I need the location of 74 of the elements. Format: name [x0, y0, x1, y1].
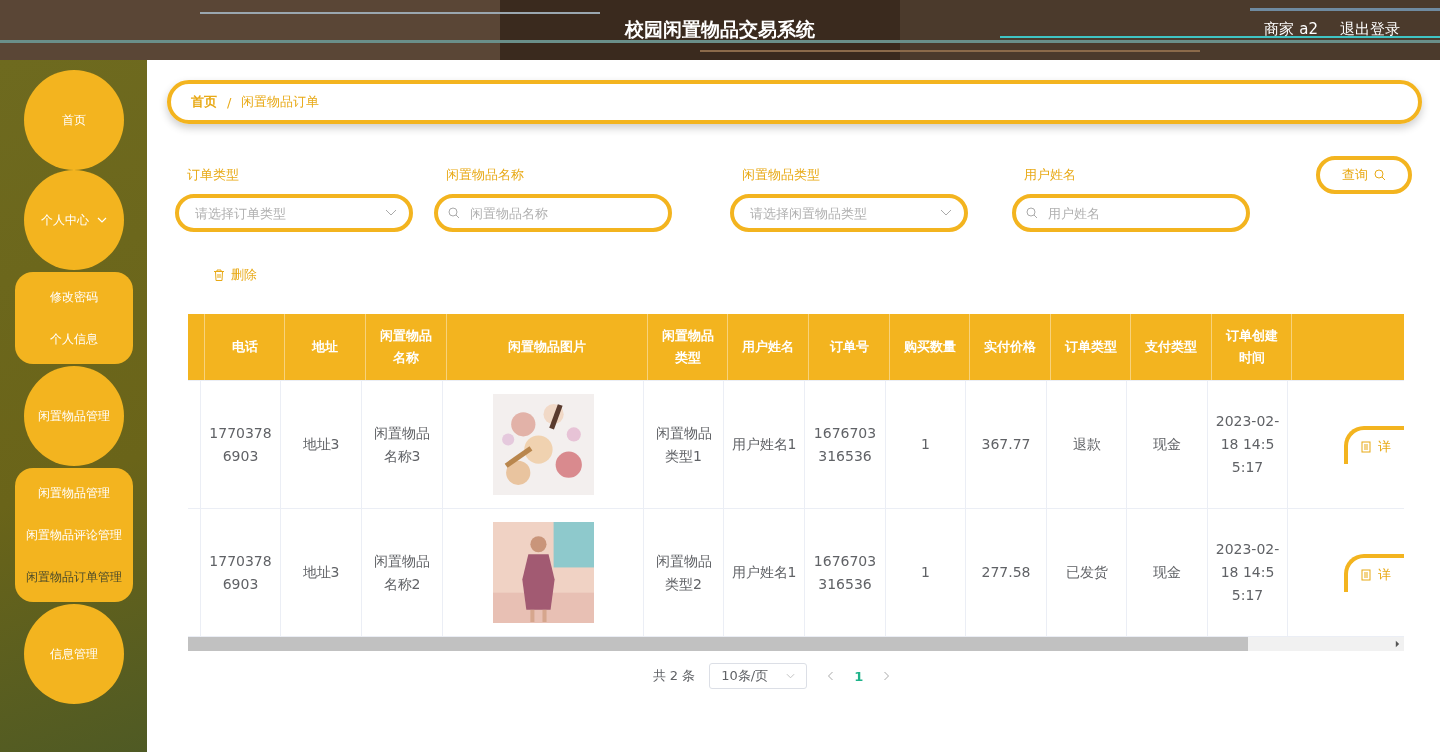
- column-header: 闲置物品类型: [648, 314, 728, 380]
- table-cell-text: 退款: [1072, 435, 1101, 454]
- table-cell-text: 地址3: [302, 563, 340, 582]
- filter-label: 闲置物品名称: [446, 166, 525, 184]
- table-cell-text: 1676703316536: [812, 423, 878, 466]
- submenu-item[interactable]: 闲置物品评论管理: [25, 514, 122, 556]
- column-header: 地址: [285, 314, 366, 380]
- select-field[interactable]: 请选择闲置物品类型: [730, 194, 968, 232]
- filter-label: 用户姓名: [1024, 166, 1077, 184]
- breadcrumb-separator: /: [227, 94, 232, 110]
- submenu-item[interactable]: 闲置物品管理: [37, 472, 110, 514]
- column-header: 用户姓名: [728, 314, 809, 380]
- table-cell-text: 1676703316536: [812, 551, 878, 594]
- table-cell-text: 2023-02-18 14:55:17: [1214, 540, 1281, 605]
- column-header: 订单类型: [1051, 314, 1131, 380]
- previous-page-icon[interactable]: [827, 671, 835, 681]
- table-cell-text: 现金: [1153, 435, 1181, 454]
- breadcrumb-link[interactable]: 首页: [191, 93, 217, 111]
- menu-item[interactable]: 闲置物品管理: [23, 366, 124, 466]
- logout-link[interactable]: 退出登录: [1340, 20, 1400, 39]
- page-size-select[interactable]: 10条/页: [709, 663, 808, 689]
- detail-button[interactable]: 详: [1344, 553, 1404, 592]
- column-header: 支付类型: [1131, 314, 1212, 380]
- next-page-icon[interactable]: [883, 671, 891, 681]
- scroll-right-icon[interactable]: [1395, 640, 1400, 648]
- delete-button[interactable]: 删除: [213, 266, 257, 284]
- submenu-item[interactable]: 闲置物品订单管理: [25, 556, 122, 598]
- filter-label: 闲置物品类型: [742, 166, 821, 184]
- chevron-icon: [786, 673, 796, 679]
- table-cell-text: 已发货: [1065, 563, 1108, 582]
- user-label: 商家 a2: [1264, 20, 1318, 39]
- table-cell-text: 地址3: [302, 435, 340, 454]
- detail-button[interactable]: 详: [1344, 425, 1404, 464]
- search-field[interactable]: 闲置物品名称: [434, 194, 672, 232]
- table-cell-text: 用户姓名1: [731, 563, 797, 582]
- document-icon: [1360, 568, 1372, 581]
- table-cell-text: 277.58: [981, 563, 1031, 582]
- table-cell-text: 用户姓名1: [731, 435, 797, 454]
- table-cell-text: 17703786903: [208, 551, 273, 594]
- table-cell-text: 现金: [1153, 563, 1181, 582]
- document-icon: [1360, 440, 1372, 453]
- table-cell-text: 367.77: [981, 435, 1031, 454]
- select-field[interactable]: 请选择订单类型: [175, 194, 413, 232]
- table-cell-text: 闲置物品名称3: [373, 423, 431, 466]
- submenu-item[interactable]: 修改密码: [49, 276, 98, 318]
- column-header: 订单号: [809, 314, 890, 380]
- submenu-item[interactable]: 个人信息: [49, 318, 98, 360]
- table-cell-text: 闲置物品名称2: [373, 551, 431, 594]
- table-cell-text: 2023-02-18 14:55:17: [1214, 412, 1281, 477]
- table-cell-text: 1: [921, 563, 930, 582]
- table-cell-text: 闲置物品类型1: [654, 423, 713, 466]
- page-number[interactable]: 1: [854, 668, 864, 684]
- horizontal-scrollbar[interactable]: [188, 637, 1404, 651]
- table-cell-text: 闲置物品类型2: [654, 551, 713, 594]
- search-button[interactable]: 查询: [1316, 156, 1412, 194]
- filter-label: 订单类型: [187, 166, 240, 184]
- app-title: 校园闲置物品交易系统: [625, 17, 815, 42]
- column-header: 实付价格: [970, 314, 1051, 380]
- table-cell-text: 17703786903: [208, 423, 273, 466]
- column-header: 闲置物品名称: [366, 314, 447, 380]
- menu-item[interactable]: 个人中心: [23, 170, 124, 270]
- total-count: 共 2 条: [652, 667, 696, 685]
- column-header: 电话: [205, 314, 285, 380]
- menu-item[interactable]: 信息管理: [23, 604, 124, 704]
- menu-item[interactable]: 首页: [23, 70, 124, 170]
- column-header: 购买数量: [890, 314, 970, 380]
- search-icon: [1374, 169, 1386, 181]
- table-cell-text: 1: [921, 435, 930, 454]
- trash-icon: [213, 269, 225, 281]
- column-header: 订单创建时间: [1212, 314, 1292, 380]
- breadcrumb-link[interactable]: 闲置物品订单: [241, 93, 320, 111]
- search-field[interactable]: 用户姓名: [1012, 194, 1250, 232]
- column-header: 闲置物品图片: [447, 314, 648, 380]
- chevron-icon: [96, 217, 107, 223]
